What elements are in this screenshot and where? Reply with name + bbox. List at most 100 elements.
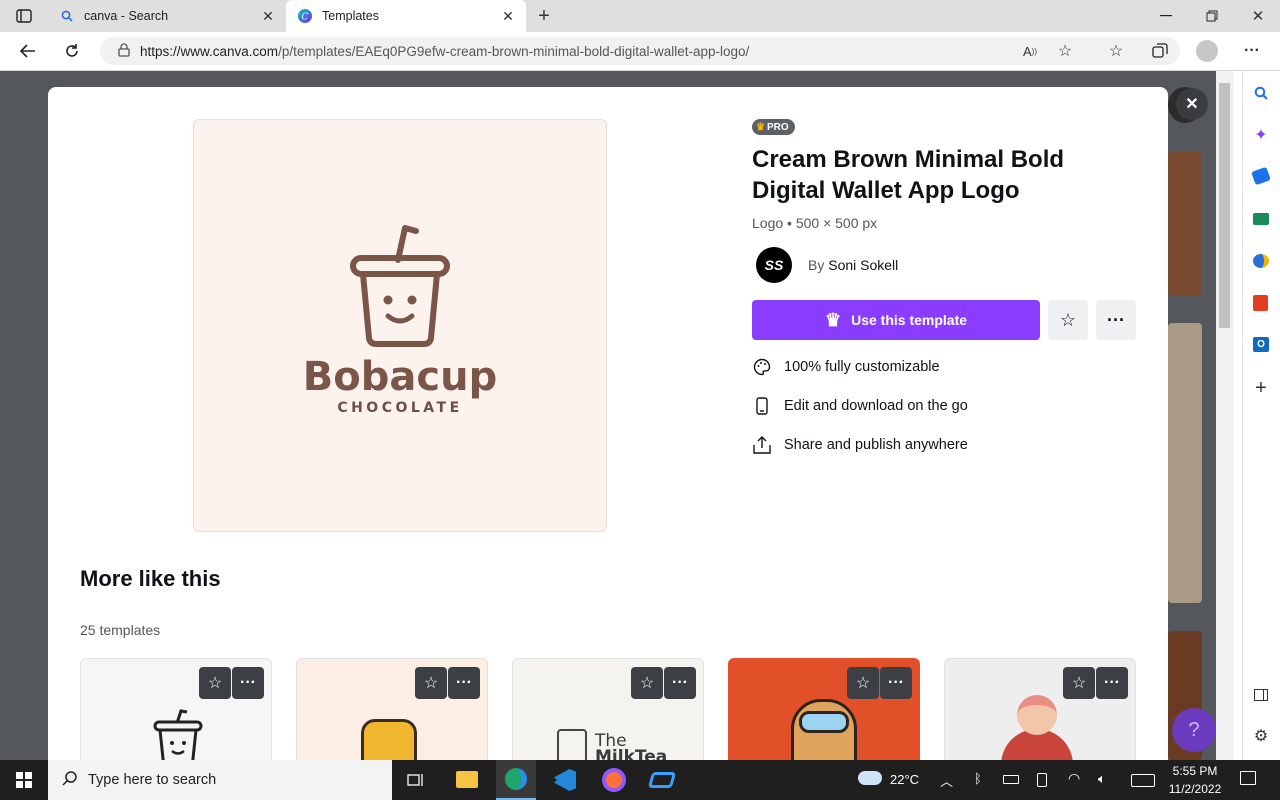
edge-taskbar-button[interactable] <box>496 760 536 800</box>
scrollbar-thumb[interactable] <box>1219 83 1230 328</box>
share-icon <box>752 435 772 455</box>
feature-label: 100% fully customizable <box>784 359 940 375</box>
lock-icon <box>118 42 130 60</box>
more-icon[interactable]: ··· <box>1096 667 1128 699</box>
refresh-icon[interactable] <box>60 41 84 61</box>
read-aloud-icon[interactable]: A)) <box>1020 41 1040 61</box>
device-icon[interactable] <box>1037 773 1047 787</box>
battery-icon[interactable] <box>1003 775 1019 784</box>
feature-item: Share and publish anywhere <box>752 435 968 455</box>
logo-brand-text: Bobacup <box>302 354 498 400</box>
chevron-up-icon[interactable]: ︿ <box>940 771 953 790</box>
windows-start-icon[interactable] <box>14 770 34 790</box>
notification-icon[interactable] <box>1240 771 1256 785</box>
profile-icon[interactable] <box>1196 40 1218 62</box>
canva-favicon-icon: C <box>298 9 312 23</box>
template-title: Cream Brown Minimal Bold Digital Wallet … <box>752 146 1065 204</box>
author-link[interactable]: Soni Sokell <box>828 257 898 273</box>
more-icon[interactable]: ··· <box>880 667 912 699</box>
taskbar-search[interactable]: Type here to search <box>48 760 392 800</box>
star-icon[interactable]: ☆ <box>631 667 663 699</box>
edge-icon <box>505 768 527 790</box>
use-template-label: Use this template <box>851 312 968 328</box>
keyboard-icon[interactable] <box>1131 774 1155 787</box>
crown-icon: ♛ <box>756 121 765 133</box>
restore-icon[interactable] <box>1202 6 1222 26</box>
tab-label: Templates <box>322 9 379 23</box>
author-avatar[interactable]: SS <box>756 247 792 283</box>
template-count: 25 templates <box>80 622 161 638</box>
task-view-icon[interactable] <box>406 770 426 790</box>
sidebar-toggle-icon[interactable] <box>1251 685 1271 705</box>
discover-icon[interactable]: ✦ <box>1251 125 1271 145</box>
app-icon[interactable] <box>647 772 677 788</box>
more-icon[interactable]: ··· <box>664 667 696 699</box>
star-icon[interactable]: ☆ <box>415 667 447 699</box>
close-modal-button[interactable]: ✕ <box>1176 88 1208 120</box>
help-icon[interactable]: ? <box>1172 708 1216 752</box>
phone-icon <box>752 396 772 416</box>
clock-date[interactable]: 11/2/2022 <box>1166 782 1224 796</box>
crown-icon: ♛ <box>824 309 842 330</box>
games-icon[interactable] <box>1253 254 1269 268</box>
bluetooth-icon[interactable]: ᛒ <box>974 771 982 786</box>
scrollbar[interactable] <box>1216 71 1233 760</box>
file-explorer-icon[interactable] <box>456 771 478 788</box>
tab-templates[interactable]: C Templates ✕ <box>286 0 526 32</box>
gear-icon[interactable]: ⚙ <box>1251 726 1271 746</box>
address-bar[interactable]: https://www.canva.com/p/templates/EAEq0P… <box>100 37 1180 65</box>
close-tab-icon[interactable]: ✕ <box>500 8 516 25</box>
palette-icon <box>752 357 772 377</box>
outlook-icon[interactable]: O <box>1253 337 1269 352</box>
star-icon[interactable]: ☆ <box>1063 667 1095 699</box>
more-options-button[interactable]: ··· <box>1096 300 1136 340</box>
use-template-button[interactable]: ♛ Use this template <box>752 300 1040 340</box>
close-tab-icon[interactable]: ✕ <box>260 8 276 25</box>
search-icon[interactable] <box>1251 83 1271 103</box>
temperature[interactable]: 22°C <box>890 772 919 787</box>
taskbar-search-placeholder: Type here to search <box>88 772 217 788</box>
shopping-icon[interactable] <box>1251 166 1271 186</box>
add-icon[interactable]: + <box>1251 377 1271 399</box>
svg-text:C: C <box>302 13 309 23</box>
template-preview[interactable]: Bobacup CHOCOLATE <box>193 119 607 532</box>
favorites-icon[interactable]: ☆ <box>1106 41 1126 61</box>
firefox-icon[interactable] <box>602 768 626 792</box>
office-icon[interactable] <box>1253 295 1268 311</box>
close-window-icon[interactable]: ✕ <box>1248 6 1268 26</box>
collections-icon[interactable] <box>1150 41 1170 61</box>
favorite-button[interactable]: ☆ <box>1048 300 1088 340</box>
pro-badge-label: PRO <box>766 121 789 133</box>
tab-actions-icon[interactable] <box>12 6 36 26</box>
add-favorite-icon[interactable]: ☆ <box>1055 41 1075 61</box>
more-icon[interactable]: ··· <box>232 667 264 699</box>
clock-time[interactable]: 5:55 PM <box>1170 764 1220 778</box>
minimize-icon[interactable] <box>1156 6 1176 26</box>
author-byline: By Soni Sokell <box>808 257 898 273</box>
search-icon <box>60 9 74 23</box>
url-path: /p/templates/EAEq0PG9efw-cream-brown-min… <box>278 43 750 59</box>
new-tab-icon[interactable]: + <box>534 5 554 27</box>
logo-sub-text: CHOCOLATE <box>337 400 463 416</box>
wifi-icon[interactable]: ◠ <box>1068 770 1080 787</box>
volume-icon[interactable]: 🔈︎ <box>1098 771 1106 787</box>
search-icon <box>62 770 78 790</box>
star-icon: ☆ <box>1059 309 1077 330</box>
star-icon[interactable]: ☆ <box>199 667 231 699</box>
more-icon[interactable]: ··· <box>448 667 480 699</box>
bg-card <box>1168 151 1202 296</box>
url-prefix: https://www.canva.com <box>140 43 279 59</box>
pro-badge: ♛ PRO <box>752 119 795 135</box>
feature-item: 100% fully customizable <box>752 357 940 377</box>
star-icon[interactable]: ☆ <box>847 667 879 699</box>
more-like-this-heading: More like this <box>80 566 221 591</box>
goggles-icon <box>799 711 849 733</box>
tab-search[interactable]: canva - Search ✕ <box>48 0 286 32</box>
back-icon[interactable] <box>16 41 40 61</box>
cup-logo-icon <box>350 225 450 347</box>
bg-card <box>1168 323 1202 603</box>
settings-more-icon[interactable]: ··· <box>1242 41 1262 61</box>
tools-icon[interactable] <box>1253 213 1269 225</box>
feature-item: Edit and download on the go <box>752 396 968 416</box>
tab-label: canva - Search <box>84 9 169 23</box>
